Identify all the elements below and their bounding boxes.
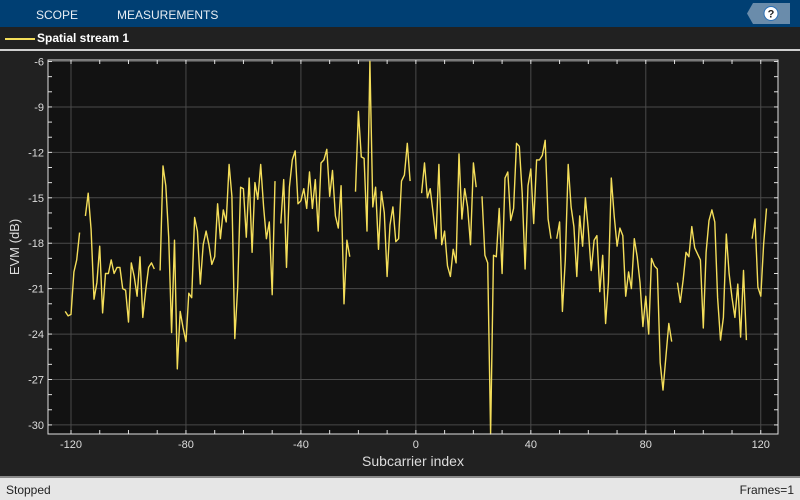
status-state: Stopped (6, 483, 51, 497)
y-tick-label: -12 (28, 147, 44, 159)
y-tick-label: -15 (28, 193, 44, 205)
y-tick-label: -9 (34, 102, 44, 114)
status-bar: Stopped Frames=1 (0, 476, 800, 500)
y-tick-label: -6 (34, 57, 44, 69)
y-axis-label: EVM (dB) (7, 219, 22, 275)
x-tick-label: -40 (293, 439, 309, 451)
y-tick-label: -27 (28, 374, 44, 386)
axes-background (48, 60, 778, 434)
y-tick-label: -18 (28, 238, 44, 250)
y-tick-label: -21 (28, 284, 44, 296)
x-axis-label: Subcarrier index (362, 453, 464, 469)
x-tick-label: 120 (752, 439, 770, 451)
x-tick-label: 80 (640, 439, 652, 451)
x-tick-label: -120 (60, 439, 82, 451)
x-tick-label: 40 (525, 439, 537, 451)
frames-count: Frames=1 (739, 483, 794, 497)
x-tick-label: -80 (178, 439, 194, 451)
x-tick-label: 0 (413, 439, 419, 451)
evm-plot: -120 -80 -40 0 40 80 120 -6 -9 -12 -15 -18 -21 -24 -27… (7, 57, 779, 469)
y-tick-label: -24 (28, 329, 44, 341)
y-tick-label: -30 (28, 420, 44, 432)
